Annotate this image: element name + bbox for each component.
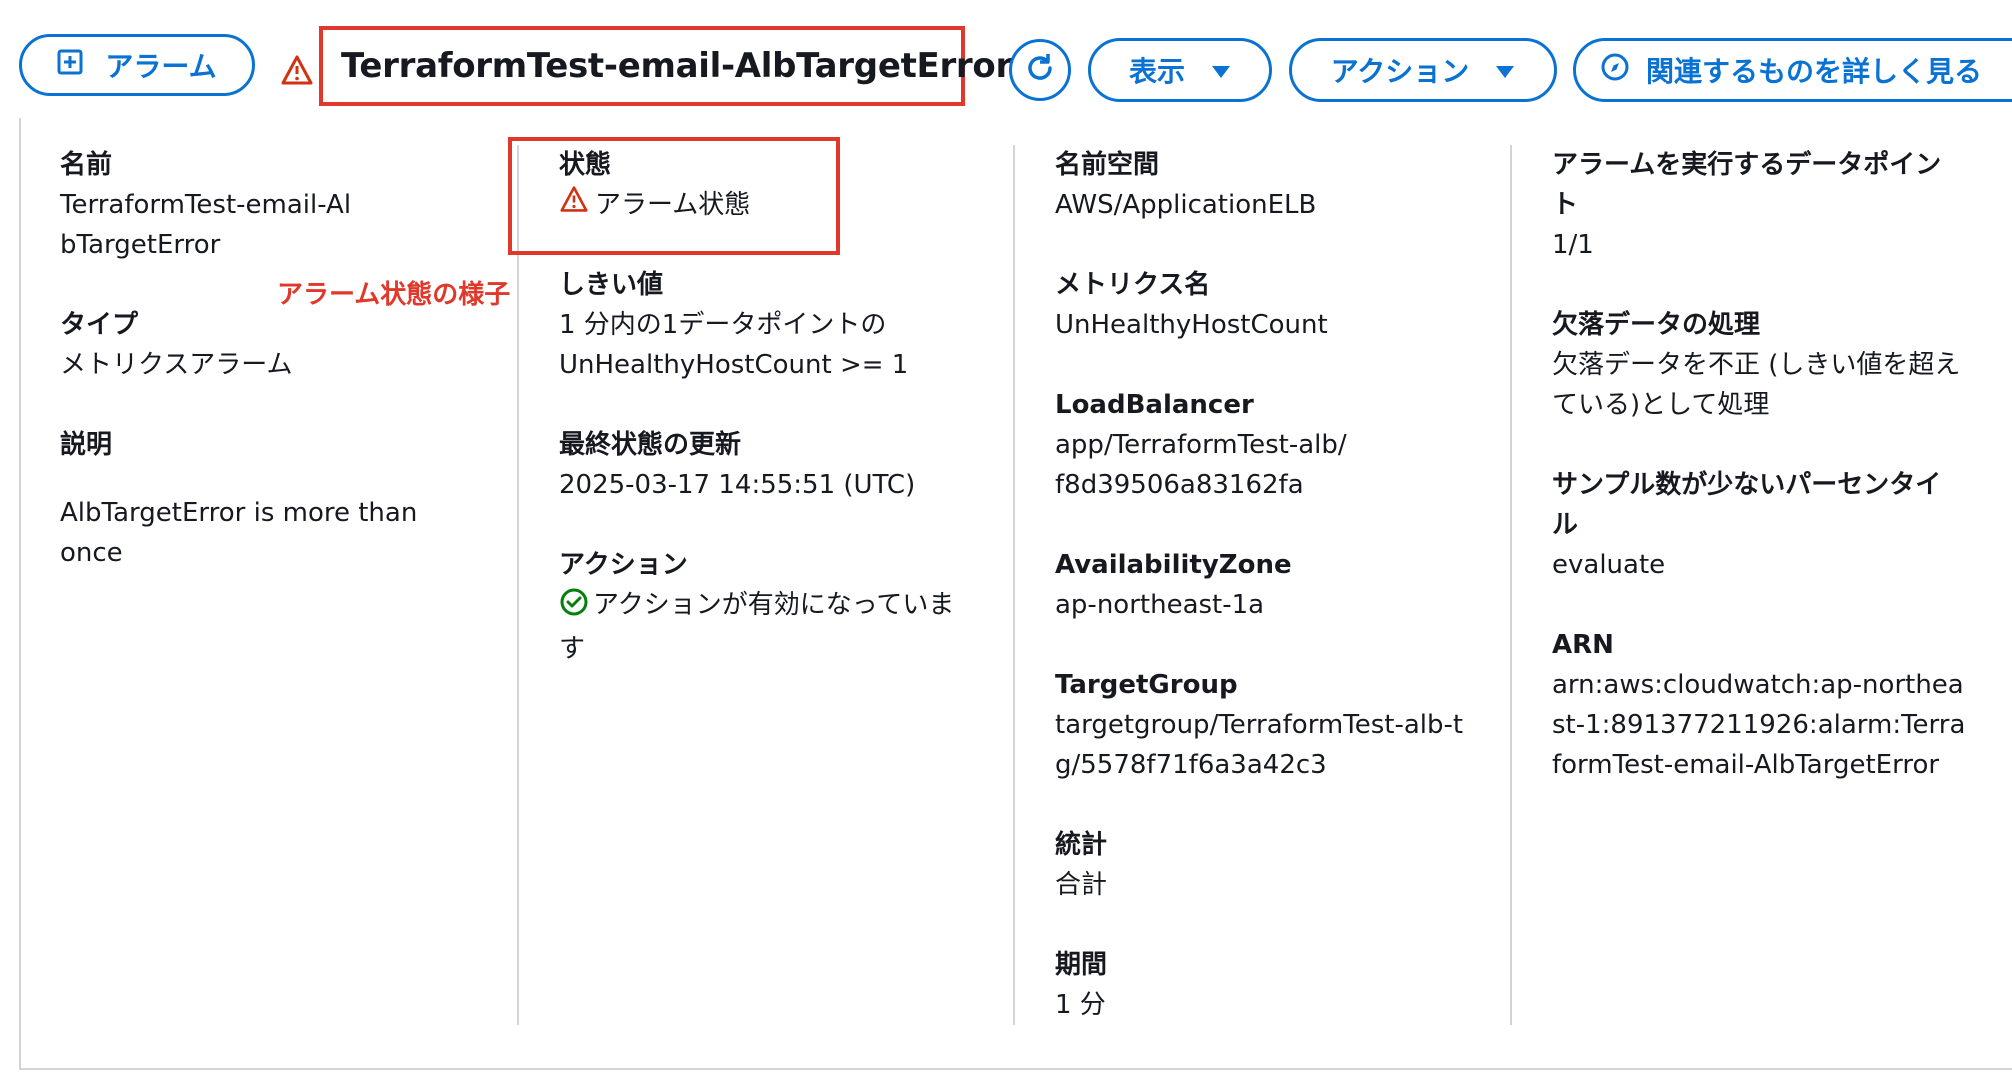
actions-field: アクション アクションが有効になっています: [559, 545, 989, 669]
metric-name-value: UnHealthyHostCount: [1055, 310, 1328, 340]
type-value: メトリクスアラーム: [60, 350, 293, 380]
details-column-1: 名前 TerraformTest-email-AlbTargetError タイ…: [60, 145, 460, 613]
caret-down-icon: [1211, 54, 1231, 87]
arn-field: ARN arn:aws:cloudwatch:ap-northeast-1:89…: [1552, 625, 1972, 785]
threshold-label: しきい値: [559, 270, 664, 300]
period-field: 期間 1 分: [1055, 945, 1475, 1025]
threshold-value: 1 分内の1データポイントの UnHealthyHostCount >= 1: [559, 310, 909, 380]
check-circle-icon: [559, 587, 589, 629]
namespace-label: 名前空間: [1055, 150, 1160, 180]
datapoints-label: アラームを実行するデータポイント: [1552, 150, 1942, 220]
load-balancer-field: LoadBalancer app/TerraformTest-alb/f8d39…: [1055, 385, 1475, 505]
name-label: 名前: [60, 150, 113, 180]
actions-field-label: アクション: [559, 550, 688, 580]
missing-data-value: 欠落データを不正 (しきい値を超えている)として処理: [1552, 350, 1961, 420]
target-group-value: targetgroup/TerraformTest-alb-tg/5578f71…: [1055, 710, 1464, 780]
last-update-value: 2025-03-17 14:55:51 (UTC): [559, 470, 916, 500]
percentiles-value: evaluate: [1552, 550, 1666, 580]
target-group-label: TargetGroup: [1055, 670, 1238, 700]
load-balancer-value: app/TerraformTest-alb/f8d39506a83162fa: [1055, 430, 1347, 500]
actions-status-text: アクションが有効になっています: [559, 590, 955, 664]
type-field: タイプ メトリクスアラーム: [60, 305, 460, 385]
column-divider: [517, 145, 519, 1025]
warning-icon: [280, 54, 314, 86]
statistic-value: 合計: [1055, 870, 1108, 900]
period-label: 期間: [1055, 950, 1108, 980]
caret-down-icon: [1495, 54, 1515, 87]
name-field: 名前 TerraformTest-email-AlbTargetError: [60, 145, 460, 265]
statistic-label: 統計: [1055, 830, 1108, 860]
percentiles-field: サンプル数が少ないパーセンタイル evaluate: [1552, 465, 1972, 585]
alarm-title-highlight: TerraformTest-email-AlbTargetError: [319, 26, 1012, 106]
plus-square-icon: [57, 49, 83, 82]
percentiles-label: サンプル数が少ないパーセンタイル: [1552, 470, 1942, 540]
datapoints-field: アラームを実行するデータポイント 1/1: [1552, 145, 1972, 265]
availability-zone-value: ap-northeast-1a: [1055, 590, 1265, 620]
annotation-note: アラーム状態の様子: [277, 280, 511, 310]
load-balancer-label: LoadBalancer: [1055, 390, 1254, 420]
column-divider: [1013, 145, 1015, 1025]
actions-label: アクション: [1330, 55, 1470, 88]
last-update-label: 最終状態の更新: [559, 430, 742, 460]
state-highlight-box: [508, 137, 840, 255]
name-value: TerraformTest-email-AlbTargetError: [60, 190, 352, 260]
add-alarm-button[interactable]: アラーム: [19, 34, 255, 96]
availability-zone-field: AvailabilityZone ap-northeast-1a: [1055, 545, 1475, 625]
arn-value: arn:aws:cloudwatch:ap-northeast-1:891377…: [1552, 670, 1966, 780]
description-label: 説明: [60, 430, 113, 460]
type-label: タイプ: [60, 310, 139, 340]
refresh-button[interactable]: [1009, 39, 1071, 101]
actions-status: アクションが有効になっています: [559, 585, 979, 669]
compass-icon: [1600, 52, 1630, 89]
target-group-field: TargetGroup targetgroup/TerraformTest-al…: [1055, 665, 1475, 785]
view-label: 表示: [1128, 55, 1185, 88]
column-divider: [1510, 145, 1512, 1025]
arn-label: ARN: [1552, 630, 1614, 660]
last-update-field: 最終状態の更新 2025-03-17 14:55:51 (UTC): [559, 425, 989, 505]
missing-data-field: 欠落データの処理 欠落データを不正 (しきい値を超えている)として処理: [1552, 305, 1972, 425]
description-field: 説明 AlbTargetError is more than once: [60, 425, 460, 573]
actions-dropdown-button[interactable]: アクション: [1289, 38, 1557, 102]
details-column-4: アラームを実行するデータポイント 1/1 欠落データの処理 欠落データを不正 (…: [1552, 145, 1972, 825]
datapoints-value: 1/1: [1552, 230, 1594, 260]
threshold-field: しきい値 1 分内の1データポイントの UnHealthyHostCount >…: [559, 265, 989, 385]
explore-label: 関連するものを詳しく見る: [1646, 55, 1983, 88]
statistic-field: 統計 合計: [1055, 825, 1475, 905]
metric-name-field: メトリクス名 UnHealthyHostCount: [1055, 265, 1475, 345]
add-alarm-label: アラーム: [105, 50, 217, 83]
description-value: AlbTargetError is more than once: [60, 498, 418, 568]
view-dropdown-button[interactable]: 表示: [1088, 38, 1272, 102]
namespace-value: AWS/ApplicationELB: [1055, 190, 1317, 220]
explore-related-button[interactable]: 関連するものを詳しく見る: [1573, 38, 2012, 102]
period-value: 1 分: [1055, 990, 1106, 1020]
page-title: TerraformTest-email-AlbTargetError: [341, 46, 1012, 86]
metric-name-label: メトリクス名: [1055, 270, 1211, 300]
details-column-3: 名前空間 AWS/ApplicationELB メトリクス名 UnHealthy…: [1055, 145, 1475, 1065]
availability-zone-label: AvailabilityZone: [1055, 550, 1292, 580]
namespace-field: 名前空間 AWS/ApplicationELB: [1055, 145, 1475, 225]
refresh-icon: [1022, 50, 1058, 90]
missing-data-label: 欠落データの処理: [1552, 310, 1761, 340]
